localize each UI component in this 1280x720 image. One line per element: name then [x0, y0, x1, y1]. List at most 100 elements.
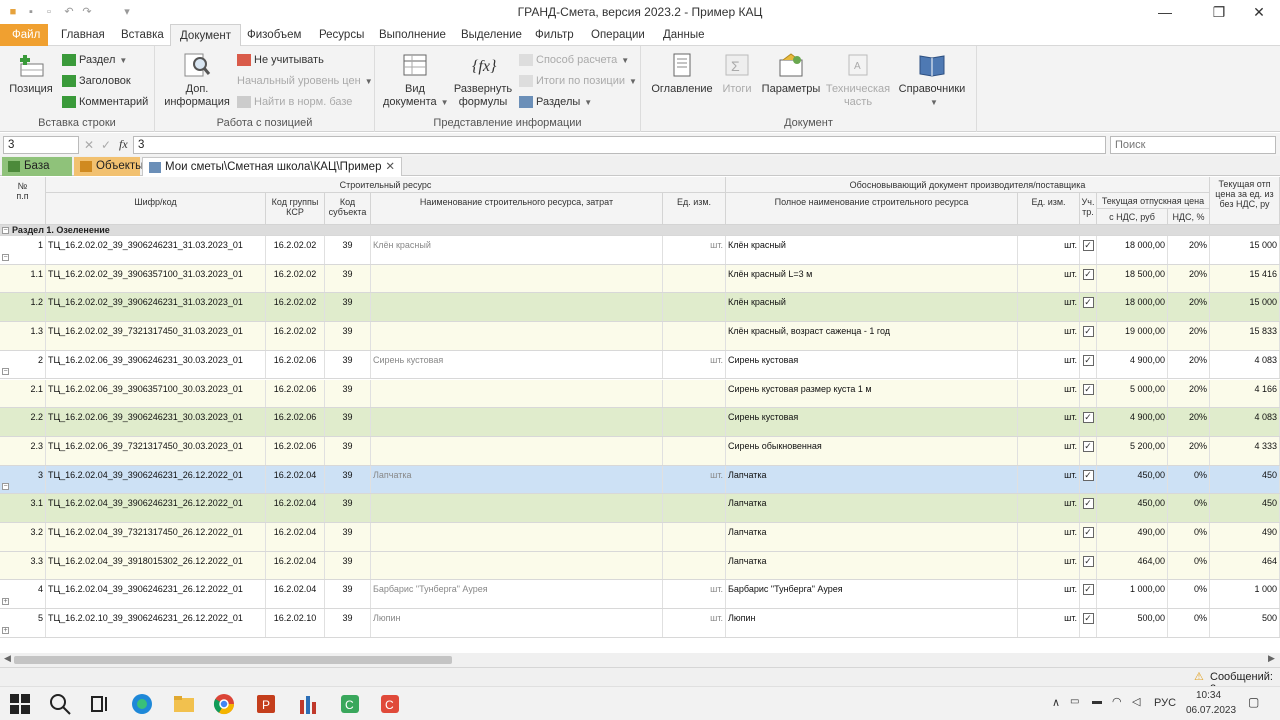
cell-vat[interactable]: 20% [1168, 350, 1210, 379]
cell-unit2[interactable]: шт. [1018, 408, 1080, 436]
cell-name[interactable] [371, 293, 663, 322]
cell-price[interactable]: 18 000,00 [1097, 236, 1168, 264]
cell-name[interactable]: Клён красный [371, 236, 663, 264]
cell-name[interactable] [371, 379, 663, 408]
cell-subj[interactable]: 39 [325, 264, 371, 293]
cell-price[interactable]: 18 500,00 [1097, 264, 1168, 293]
cell-ksr[interactable]: 16.2.02.06 [266, 436, 325, 465]
cell-subj[interactable]: 39 [325, 436, 371, 465]
cell-vat[interactable]: 20% [1168, 236, 1210, 264]
cell-num[interactable]: 2.3 [0, 436, 46, 465]
cell-full[interactable]: Сирень обыкновенная [726, 436, 1018, 465]
cell-code[interactable]: ТЦ_16.2.02.06_39_3906246231_30.03.2023_0… [46, 350, 266, 379]
table-row[interactable]: 3 ТЦ_16.2.02.04_39_3906246231_26.12.2022_… [0, 465, 1280, 495]
cell-novat[interactable]: 15 000 [1210, 293, 1280, 322]
counted-checkbox[interactable]: ✓ [1082, 412, 1094, 424]
cell-price[interactable]: 490,00 [1097, 523, 1168, 551]
cell-subj[interactable]: 39 [325, 322, 371, 350]
cell-name[interactable] [371, 436, 663, 465]
header-counted[interactable]: Уч. тр. [1080, 193, 1097, 225]
cell-num[interactable]: 3.2 [0, 523, 46, 551]
language-indicator[interactable]: РУС [1154, 697, 1176, 709]
counted-checkbox[interactable]: ✓ [1082, 527, 1094, 538]
cell-name[interactable] [371, 523, 663, 551]
cell-vat[interactable]: 20% [1168, 293, 1210, 322]
header-unit[interactable]: Ед. изм. [663, 193, 726, 225]
header-cur-price-novat[interactable]: Текущая отп цена за ед. из без НДС, ру [1210, 177, 1280, 225]
cell-full[interactable]: Клён красный, возраст саженца - 1 год [726, 322, 1018, 350]
header-full-name[interactable]: Полное наименование строительного ресурс… [726, 193, 1018, 225]
cell-code[interactable]: ТЦ_16.2.02.06_39_3906246231_30.03.2023_0… [46, 408, 266, 436]
comment-button[interactable]: Комментарий [62, 93, 148, 111]
table-row[interactable]: 2.1 ТЦ_16.2.02.06_39_3906357100_30.03.202… [0, 379, 1280, 409]
cell-price[interactable]: 5 200,00 [1097, 436, 1168, 465]
cell-full[interactable]: Сирень кустовая [726, 408, 1018, 436]
cell-code[interactable]: ТЦ_16.2.02.04_39_7321317450_26.12.2022_0… [46, 523, 266, 551]
cell-num[interactable]: 2.2 [0, 408, 46, 436]
cell-price[interactable]: 464,00 [1097, 551, 1168, 580]
cancel-icon[interactable]: ✕ [84, 138, 94, 152]
cell-unit2[interactable]: шт. [1018, 264, 1080, 293]
cell-novat[interactable]: 450 [1210, 465, 1280, 494]
cell-price[interactable]: 450,00 [1097, 465, 1168, 494]
section-row[interactable]: − Раздел 1. Озеленение [0, 225, 1280, 236]
cell-unit2[interactable]: шт. [1018, 350, 1080, 379]
cell-name[interactable]: Лапчатка [371, 465, 663, 494]
cell-code[interactable]: ТЦ_16.2.02.02_39_7321317450_31.03.2023_0… [46, 322, 266, 350]
collapse-icon[interactable]: − [2, 368, 9, 376]
cell-unit[interactable] [663, 264, 726, 293]
cell-ksr[interactable]: 16.2.02.04 [266, 465, 325, 494]
cell-code[interactable]: ТЦ_16.2.02.02_39_3906246231_31.03.2023_0… [46, 236, 266, 264]
header-cur-price-vat[interactable]: Текущая отпускная цена за [1097, 193, 1210, 209]
volume-icon[interactable]: ◁ [1132, 695, 1140, 708]
cell-novat[interactable]: 450 [1210, 494, 1280, 522]
cell-full[interactable]: Клён красный [726, 236, 1018, 264]
function-icon[interactable]: fx [119, 137, 128, 152]
cell-ksr[interactable]: 16.2.02.02 [266, 264, 325, 293]
header-with-vat[interactable]: с НДС, руб [1097, 209, 1168, 225]
cell-chk[interactable]: ✓ [1080, 551, 1097, 580]
counted-checkbox[interactable]: ✓ [1082, 584, 1094, 596]
cell-unit[interactable] [663, 523, 726, 551]
cell-unit[interactable]: шт. [663, 350, 726, 379]
cell-subj[interactable]: 39 [325, 350, 371, 379]
cell-ksr[interactable]: 16.2.02.02 [266, 236, 325, 264]
counted-checkbox[interactable]: ✓ [1082, 469, 1094, 481]
cell-price[interactable]: 4 900,00 [1097, 350, 1168, 379]
cell-chk[interactable]: ✓ [1080, 465, 1097, 494]
cell-code[interactable]: ТЦ_16.2.02.04_39_3906246231_26.12.2022_0… [46, 580, 266, 609]
cell-chk[interactable]: ✓ [1080, 523, 1097, 551]
menu-document[interactable]: Документ [170, 24, 242, 47]
header-code[interactable]: Шифр/код [46, 193, 266, 225]
chrome-icon[interactable] [212, 692, 236, 716]
scroll-left-icon[interactable]: ◀ [4, 653, 11, 664]
cell-vat[interactable]: 0% [1168, 465, 1210, 494]
cell-unit2[interactable]: шт. [1018, 551, 1080, 580]
search-icon[interactable] [48, 692, 72, 716]
header-subject-code[interactable]: Код субъекта [325, 193, 371, 225]
cell-full[interactable]: Лапчатка [726, 523, 1018, 551]
cell-code[interactable]: ТЦ_16.2.02.02_39_3906246231_31.03.2023_0… [46, 293, 266, 322]
tray-chevron-icon[interactable]: ∧ [1052, 696, 1060, 709]
cell-full[interactable]: Барбарис "Тунберга" Аурея [726, 580, 1018, 609]
cell-subj[interactable]: 39 [325, 494, 371, 522]
cell-ksr[interactable]: 16.2.02.04 [266, 523, 325, 551]
cell-vat[interactable]: 20% [1168, 264, 1210, 293]
cell-novat[interactable]: 4 083 [1210, 408, 1280, 436]
cell-vat[interactable]: 0% [1168, 494, 1210, 522]
doc-view-button[interactable]: Вид документа ▼ [383, 52, 449, 109]
table-row[interactable]: 1 ТЦ_16.2.02.02_39_3906246231_31.03.2023_… [0, 236, 1280, 265]
menu-resources[interactable]: Ресурсы [310, 24, 373, 46]
cell-unit2[interactable]: шт. [1018, 436, 1080, 465]
cell-chk[interactable]: ✓ [1080, 236, 1097, 264]
cell-unit[interactable]: шт. [663, 465, 726, 494]
cell-unit[interactable] [663, 436, 726, 465]
calc-method-button[interactable]: Способ расчета ▼ [519, 51, 629, 69]
cell-novat[interactable]: 15 000 [1210, 236, 1280, 264]
cell-unit[interactable] [663, 293, 726, 322]
counted-checkbox[interactable]: ✓ [1082, 297, 1094, 309]
table-row[interactable]: 2.3 ТЦ_16.2.02.06_39_7321317450_30.03.202… [0, 436, 1280, 466]
cell-novat[interactable]: 4 083 [1210, 350, 1280, 379]
clock-time[interactable]: 10:34 [1196, 690, 1221, 701]
cell-name[interactable] [371, 264, 663, 293]
